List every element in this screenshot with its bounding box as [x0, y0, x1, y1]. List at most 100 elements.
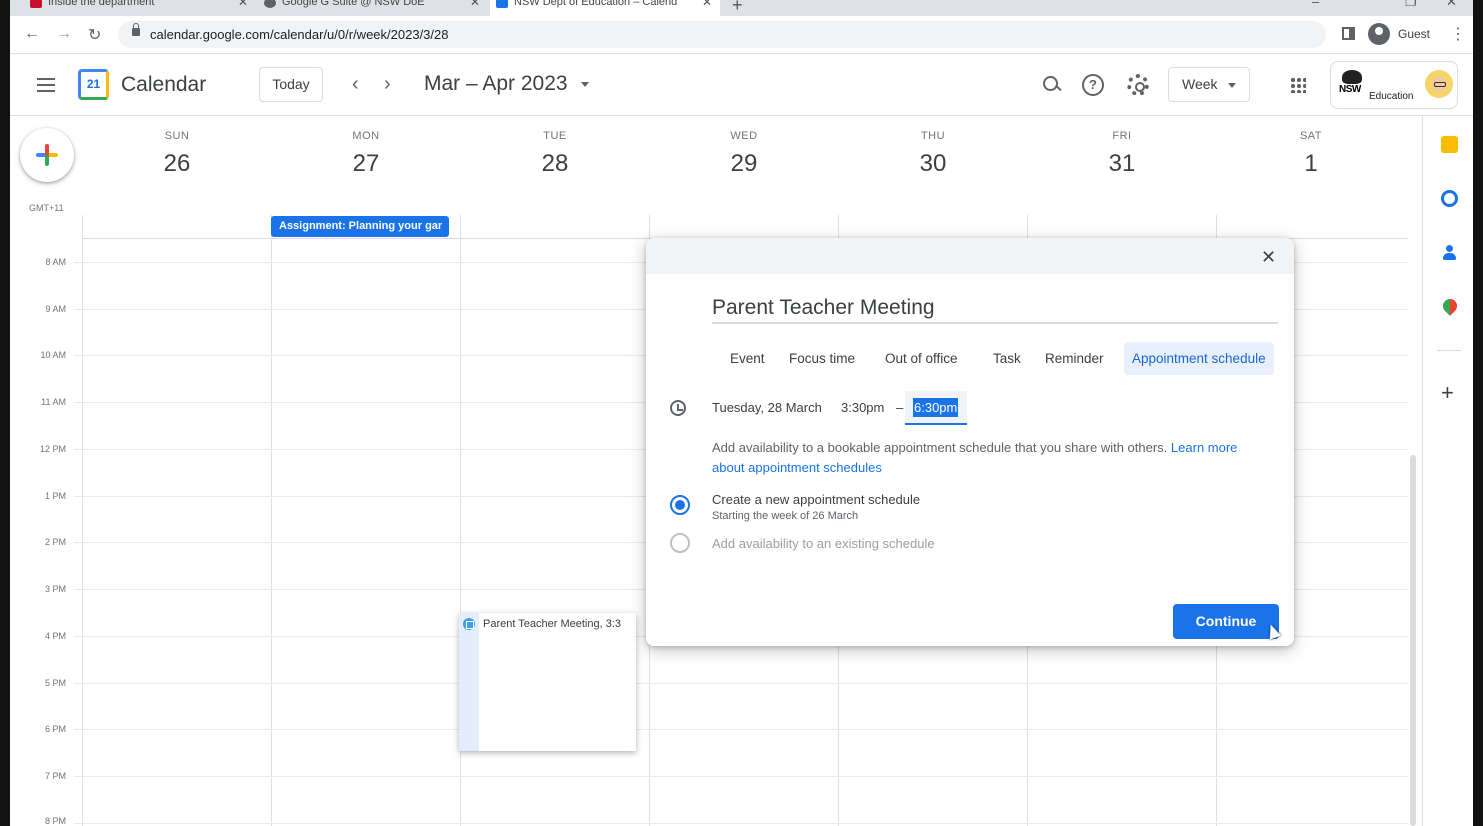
option-new-schedule-label[interactable]: Create a new appointment schedule: [712, 492, 920, 507]
hour-label: 10 AM: [40, 350, 66, 360]
browser-tab-gsuite[interactable]: Google G Suite @ NSW DoE ✕: [258, 0, 488, 16]
tab-out-of-office[interactable]: Out of office: [877, 342, 966, 375]
apps-grid-icon[interactable]: [1290, 77, 1306, 93]
view-switcher[interactable]: Week: [1168, 67, 1250, 102]
radio-new-schedule[interactable]: [670, 495, 690, 515]
tab-label: NSW Dept of Education – Calend: [514, 0, 678, 8]
draft-event-block[interactable]: Parent Teacher Meeting, 3:3: [459, 613, 636, 751]
day-number[interactable]: 30: [893, 150, 973, 178]
gear-icon[interactable]: [1127, 74, 1149, 96]
event-date[interactable]: Tuesday, 28 March: [712, 400, 822, 415]
nsw-waratah-logo: NSW: [1339, 70, 1365, 100]
tab-focus-time[interactable]: Focus time: [781, 342, 863, 375]
browser-tab-inside-department[interactable]: Inside the department ✕: [24, 0, 256, 16]
close-tab-icon[interactable]: ✕: [238, 0, 248, 10]
hour-gridline: [74, 729, 1408, 730]
day-of-week: THU: [920, 130, 946, 142]
tasks-icon[interactable]: [1441, 190, 1458, 207]
forward-icon[interactable]: →: [56, 25, 72, 43]
tab-strip: Inside the department ✕ Google G Suite @…: [10, 0, 1473, 16]
account-switcher[interactable]: NSW Education: [1330, 61, 1458, 109]
hour-gridline: [74, 776, 1408, 777]
next-week-button[interactable]: ›: [384, 73, 391, 96]
event-title-input[interactable]: Parent Teacher Meeting: [712, 296, 1278, 324]
restore-icon[interactable]: ❐: [1405, 0, 1417, 10]
day-header-wed[interactable]: WED 29: [704, 130, 784, 178]
day-header-fri[interactable]: FRI 31: [1082, 130, 1162, 178]
day-number[interactable]: 29: [704, 150, 784, 178]
day-header-sun[interactable]: SUN 26: [137, 130, 217, 178]
profile-icon[interactable]: [1368, 23, 1390, 45]
nsw-favicon-icon: [30, 0, 42, 8]
reload-icon[interactable]: ↻: [88, 25, 101, 45]
chevron-down-icon[interactable]: [581, 82, 589, 87]
day-number[interactable]: 27: [326, 150, 406, 178]
maps-icon[interactable]: [1440, 296, 1460, 316]
side-panel-icon[interactable]: [1342, 27, 1355, 40]
start-time[interactable]: 3:30pm: [841, 400, 884, 415]
day-number[interactable]: 28: [515, 150, 595, 178]
tab-reminder[interactable]: Reminder: [1037, 342, 1112, 375]
hour-label: 1 PM: [44, 491, 66, 501]
today-button[interactable]: Today: [259, 67, 323, 102]
browser-menu-icon[interactable]: ⋮: [1450, 24, 1466, 44]
url-text: calendar.google.com/calendar/u/0/r/week/…: [150, 27, 449, 42]
help-icon[interactable]: ?: [1082, 74, 1104, 96]
tab-label: Google G Suite @ NSW DoE: [282, 0, 425, 8]
avatar[interactable]: [1425, 70, 1453, 98]
day-number[interactable]: 31: [1082, 150, 1162, 178]
create-button[interactable]: [20, 128, 74, 182]
back-icon[interactable]: ←: [24, 25, 40, 43]
end-time-value[interactable]: 6:30pm: [913, 398, 959, 417]
day-header-sat[interactable]: SAT 1: [1271, 130, 1351, 178]
hour-label: 8 PM: [44, 816, 66, 826]
hour-label: 6 PM: [44, 724, 66, 734]
hour-label: 12 PM: [39, 444, 66, 454]
day-header-mon[interactable]: MON 27: [326, 130, 406, 178]
contacts-icon[interactable]: [1441, 244, 1458, 261]
tab-task[interactable]: Task: [985, 342, 1029, 375]
address-bar[interactable]: calendar.google.com/calendar/u/0/r/week/…: [118, 21, 1326, 48]
view-label: Week: [1182, 76, 1218, 92]
hour-label: 8 AM: [45, 257, 66, 267]
day-number[interactable]: 1: [1271, 150, 1351, 178]
continue-button[interactable]: Continue: [1173, 604, 1279, 639]
scrollbar[interactable]: [1410, 455, 1416, 826]
hour-label: 5 PM: [44, 678, 66, 688]
date-range-title[interactable]: Mar – Apr 2023: [424, 72, 568, 96]
previous-week-button[interactable]: ‹: [352, 73, 359, 96]
globe-favicon-icon: [264, 0, 276, 8]
search-icon[interactable]: [1041, 74, 1063, 96]
tab-event[interactable]: Event: [722, 342, 773, 375]
close-icon[interactable]: ✕: [1261, 247, 1276, 268]
org-logo-text: NSW: [1339, 84, 1361, 95]
calendar-favicon-icon: [496, 0, 508, 8]
lock-icon[interactable]: [132, 23, 140, 36]
close-tab-icon[interactable]: ✕: [702, 0, 712, 10]
quick-create-dialog: ✕ Parent Teacher Meeting Event Focus tim…: [646, 238, 1294, 646]
day-number[interactable]: 26: [137, 150, 217, 178]
chevron-down-icon: [1228, 83, 1236, 88]
day-of-week: WED: [730, 130, 758, 142]
end-time-field[interactable]: 6:30pm: [905, 391, 967, 425]
hour-label: 3 PM: [44, 584, 66, 594]
get-add-ons-button[interactable]: +: [1441, 380, 1454, 406]
keep-icon[interactable]: [1441, 136, 1458, 153]
hour-label: 7 PM: [44, 771, 66, 781]
all-day-event[interactable]: Assignment: Planning your gar: [271, 216, 449, 237]
time-separator: –: [896, 400, 904, 415]
option-existing-schedule-label[interactable]: Add availability to an existing schedule: [712, 536, 935, 551]
close-tab-icon[interactable]: ✕: [470, 0, 480, 10]
day-of-week: SUN: [164, 130, 190, 142]
new-tab-button[interactable]: +: [732, 0, 743, 16]
day-header-tue[interactable]: TUE 28: [515, 130, 595, 178]
day-header-thu[interactable]: THU 30: [893, 130, 973, 178]
minimize-icon[interactable]: –: [1312, 0, 1319, 9]
profile-label[interactable]: Guest: [1398, 27, 1430, 41]
dialog-drag-handle[interactable]: [646, 238, 1294, 274]
main-menu-icon[interactable]: [37, 78, 55, 92]
browser-tab-calendar[interactable]: NSW Dept of Education – Calend ✕: [490, 0, 720, 16]
radio-existing-schedule[interactable]: [670, 533, 690, 553]
tab-appointment-schedule[interactable]: Appointment schedule: [1124, 342, 1274, 375]
close-window-icon[interactable]: ✕: [1446, 0, 1457, 10]
